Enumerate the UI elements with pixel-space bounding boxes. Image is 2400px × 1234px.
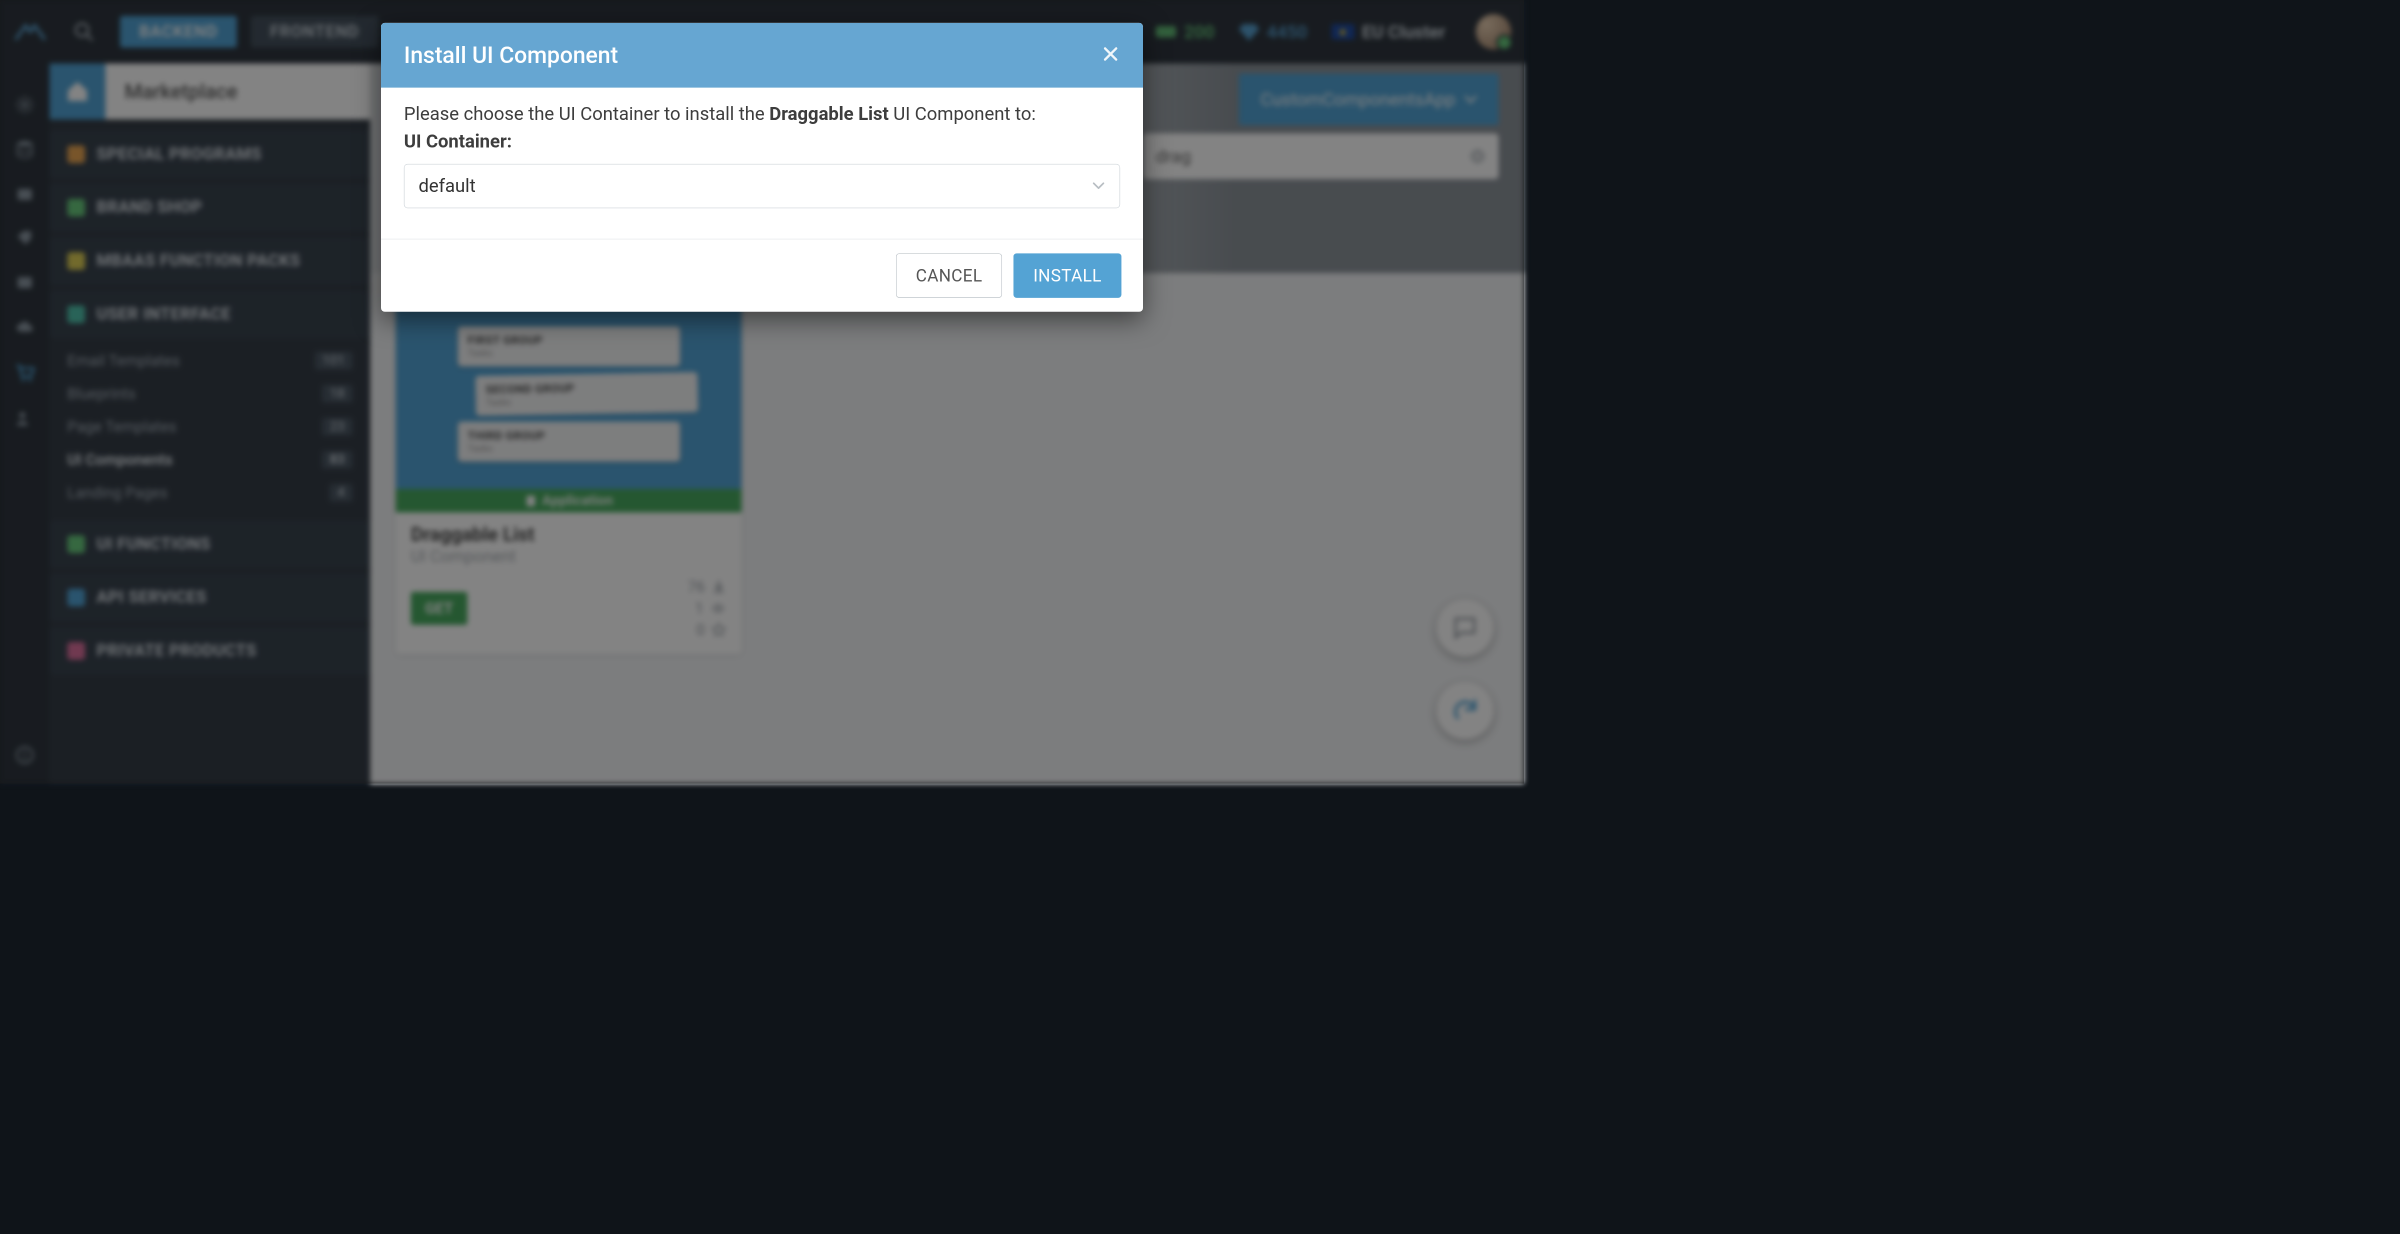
close-button[interactable] [1101, 44, 1120, 66]
cancel-button[interactable]: CANCEL [896, 253, 1002, 297]
modal-title: Install UI Component [404, 42, 618, 69]
close-icon [1101, 44, 1120, 63]
field-label: UI Container: [404, 131, 1120, 153]
install-button[interactable]: INSTALL [1014, 253, 1122, 297]
select-value: default [418, 175, 475, 197]
ui-container-select[interactable]: default [404, 164, 1120, 208]
install-modal: Install UI Component Please choose the U… [381, 23, 1143, 312]
modal-prompt: Please choose the UI Container to instal… [404, 103, 1120, 127]
chevron-down-icon [1092, 181, 1106, 191]
